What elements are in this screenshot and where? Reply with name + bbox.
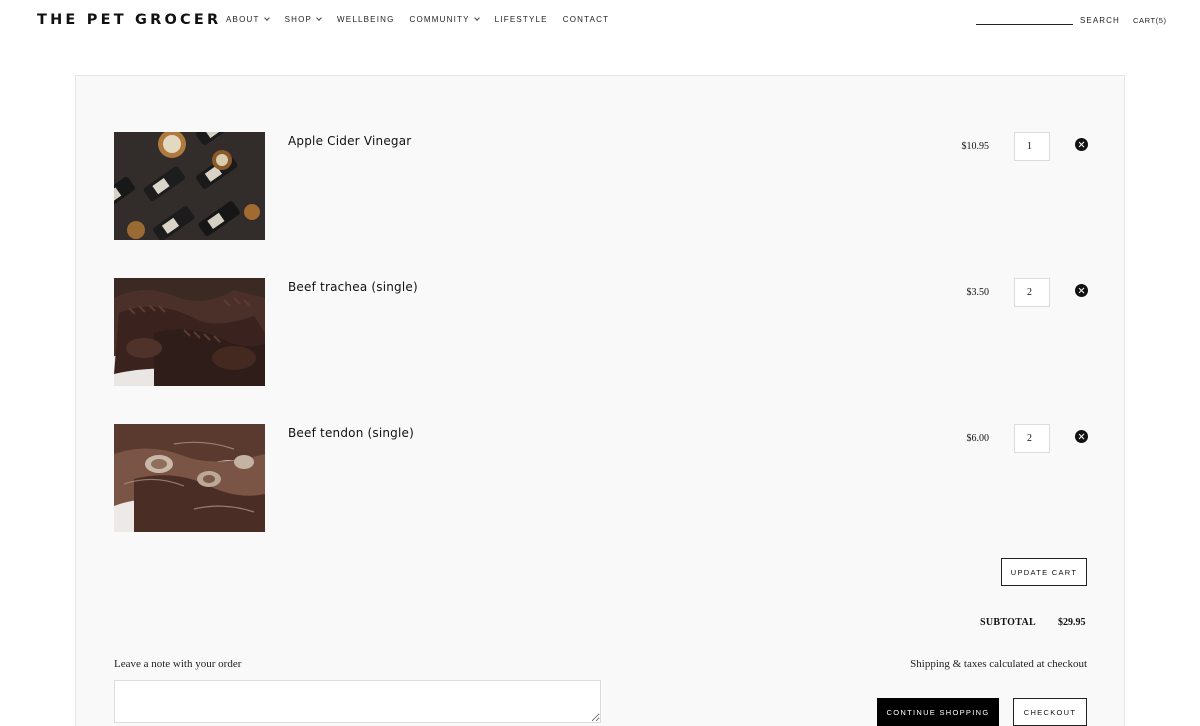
cart-item: Beef tendon (single) $6.00 — [114, 424, 1088, 532]
nav-item-label: CONTACT — [562, 15, 610, 24]
checkout-button[interactable]: CHECKOUT — [1013, 698, 1087, 726]
chevron-down-icon — [473, 15, 480, 21]
product-image-bottles[interactable] — [114, 132, 265, 240]
item-title[interactable]: Beef tendon (single) — [288, 426, 414, 440]
nav-item-wellbeing[interactable]: WELLBEING — [337, 15, 394, 24]
nav-item-label: COMMUNITY — [409, 15, 470, 24]
cart-link[interactable]: CART(5) — [1133, 16, 1167, 25]
quantity-input[interactable] — [1014, 132, 1050, 161]
continue-shopping-button[interactable]: CONTINUE SHOPPING — [877, 698, 999, 726]
search-wrap — [976, 15, 1073, 25]
item-title[interactable]: Beef trachea (single) — [288, 280, 418, 294]
nav-item-lifestyle[interactable]: LIFESTYLE — [495, 15, 548, 24]
chevron-down-icon — [263, 15, 270, 21]
nav-item-label: WELLBEING — [337, 15, 395, 24]
nav-item-community[interactable]: COMMUNITY — [409, 15, 480, 24]
cart-panel: Apple Cider Vinegar $10.95 Beef tr — [75, 75, 1125, 726]
search-input[interactable] — [976, 15, 1073, 25]
nav-item-label: SHOP — [284, 15, 313, 24]
remove-item-icon[interactable] — [1075, 284, 1088, 297]
site-logo[interactable]: THE PET GROCER — [37, 12, 221, 28]
beef-trachea-photo — [114, 278, 265, 386]
order-note-label: Leave a note with your order — [114, 658, 242, 670]
cart-item: Apple Cider Vinegar $10.95 — [114, 132, 1088, 240]
item-title[interactable]: Apple Cider Vinegar — [288, 134, 411, 148]
bottles-jars-photo — [114, 132, 265, 240]
remove-item-icon[interactable] — [1075, 430, 1088, 443]
beef-tendon-photo — [114, 424, 265, 532]
order-note-textarea[interactable] — [114, 680, 601, 723]
remove-item-icon[interactable] — [1075, 138, 1088, 151]
update-cart-button[interactable]: UPDATE CART — [1001, 558, 1087, 586]
nav-item-shop[interactable]: SHOP — [284, 15, 322, 24]
subtotal-label: SUBTOTAL — [980, 617, 1036, 628]
nav-item-contact[interactable]: CONTACT — [563, 15, 609, 24]
shipping-note: Shipping & taxes calculated at checkout — [910, 658, 1087, 670]
quantity-input[interactable] — [1014, 278, 1050, 307]
main-nav: ABOUT SHOP WELLBEING COMMUNITY LIFESTYLE… — [226, 15, 609, 24]
item-price: $6.00 — [966, 433, 990, 444]
nav-item-about[interactable]: ABOUT — [226, 15, 270, 24]
item-price: $3.50 — [966, 287, 990, 298]
search-button[interactable]: SEARCH — [1080, 16, 1120, 25]
nav-item-label: ABOUT — [226, 15, 260, 24]
product-image-tendon[interactable] — [114, 424, 265, 532]
chevron-down-icon — [316, 15, 322, 21]
cart-item: Beef trachea (single) $3.50 — [114, 278, 1088, 386]
item-price: $10.95 — [961, 141, 990, 152]
product-image-trachea[interactable] — [114, 278, 265, 386]
quantity-input[interactable] — [1014, 424, 1050, 453]
nav-item-label: LIFESTYLE — [494, 15, 548, 24]
subtotal-value: $29.95 — [1058, 617, 1086, 628]
site-header: THE PET GROCER ABOUT SHOP WELLBEING COMM… — [0, 0, 1200, 42]
